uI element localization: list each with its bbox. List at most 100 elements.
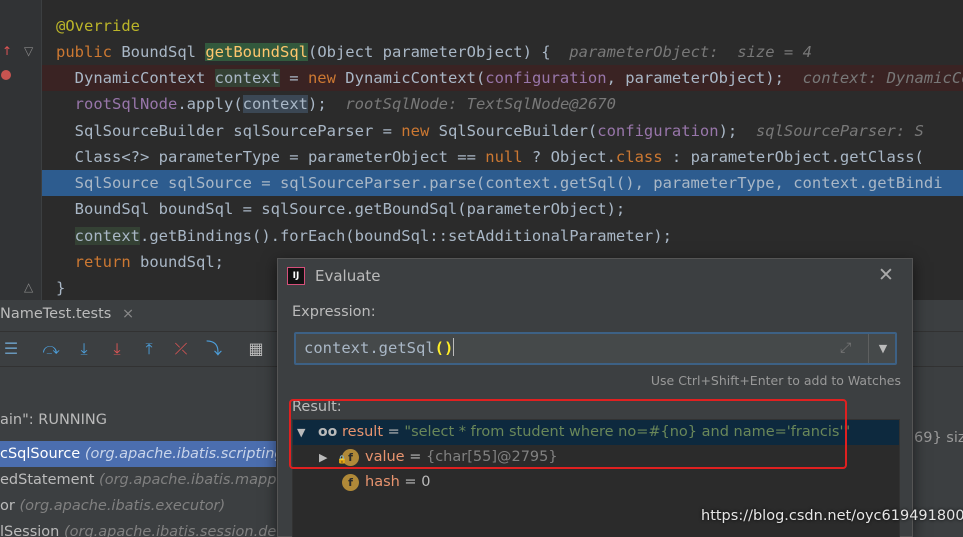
code-token: context <box>214 69 280 87</box>
code-line[interactable]: public BoundSql getBoundSql(Object param… <box>42 39 963 65</box>
code-token: ? Object. <box>522 148 616 166</box>
code-token: rootSqlNode: TextSqlNode@2670 <box>345 95 616 113</box>
code-token: : parameterObject.getClass( <box>662 148 924 166</box>
drop-frame-icon[interactable]: ⤫ <box>172 340 190 358</box>
code-token: (Object parameterObject) { <box>307 43 570 61</box>
expression-input[interactable]: context.getSql() <box>304 338 455 357</box>
intellij-logo-icon: IJ <box>287 267 305 285</box>
variables-partial: 69} siz <box>914 430 963 446</box>
breakpoint-icon[interactable] <box>1 70 11 80</box>
code-token: ); <box>307 95 346 113</box>
code-token: , parameterObject); <box>606 69 803 87</box>
fold-icon[interactable]: ▽ <box>24 44 33 58</box>
code-editor[interactable]: @Override public BoundSql getBoundSql(Obj… <box>42 0 963 300</box>
stack-frame-method: lSession <box>0 524 60 537</box>
code-token: SqlSourceBuilder( <box>438 122 598 140</box>
stack-frame[interactable]: lSession (org.apache.ibatis.session.de <box>0 519 276 537</box>
expression-label: Expression: <box>292 304 376 320</box>
watch-hint: Use Ctrl+Shift+Enter to add to Watches <box>650 373 901 388</box>
code-token: context <box>74 227 140 245</box>
debug-session-tab-label: NameTest.tests <box>0 306 112 322</box>
code-token: DynamicContext( <box>345 69 486 87</box>
code-token: BoundSql boundSql = sqlSource.getBoundSq… <box>56 200 626 218</box>
code-token: ); <box>718 122 756 140</box>
code-token: DynamicContext <box>56 69 215 87</box>
code-token: getBoundSql <box>205 43 308 61</box>
code-token: } <box>56 279 66 297</box>
code-token: context <box>242 95 308 113</box>
dialog-title: Evaluate <box>315 267 381 285</box>
code-line[interactable]: @Override <box>42 13 963 39</box>
stack-frame-method: edStatement <box>0 472 95 488</box>
child-name: hash <box>365 474 400 490</box>
stack-frame[interactable]: cSqlSource (org.apache.ibatis.scripting <box>0 441 276 467</box>
history-dropdown-button[interactable]: ▼ <box>868 334 897 363</box>
evaluate-dialog: IJ Evaluate ✕ Expression: context.getSql… <box>277 258 913 537</box>
editor-gutter[interactable]: ↑ ▽ △ <box>0 0 42 300</box>
tab-close-icon[interactable]: × <box>122 306 134 322</box>
run-to-cursor-icon[interactable]: ⤵ <box>205 340 223 358</box>
code-token: BoundSql <box>121 43 206 61</box>
fold-end-icon[interactable]: △ <box>24 280 33 294</box>
debug-session-tab[interactable]: NameTest.tests × <box>0 306 134 322</box>
code-line[interactable]: BoundSql boundSql = sqlSource.getBoundSq… <box>42 196 963 222</box>
code-token: SqlSourceBuilder sqlSourceParser = <box>56 122 402 140</box>
step-out-icon[interactable]: ⤒ <box>140 340 158 358</box>
child-value: 0 <box>421 474 431 490</box>
child-content: hash = 0 <box>365 474 431 490</box>
code-token: context: DynamicCo <box>802 69 963 87</box>
field-icon: f <box>342 474 359 491</box>
code-token: return <box>74 253 140 271</box>
menu-icon[interactable]: ☰ <box>2 340 20 358</box>
watermark: https://blog.csdn.net/oyc619491800 <box>701 508 963 524</box>
stack-frame-method: cSqlSource <box>0 446 81 462</box>
code-token: .apply( <box>177 95 243 113</box>
code-token: new <box>401 122 439 140</box>
code-token: boundSql; <box>140 253 224 271</box>
code-token: parameterObject: size = 4 <box>569 43 812 61</box>
code-token: class <box>615 148 663 166</box>
text-caret <box>453 338 455 356</box>
stack-frame[interactable]: edStatement (org.apache.ibatis.mapping <box>0 467 276 493</box>
show-execution-point-icon[interactable]: ⤼ <box>42 340 60 358</box>
stack-frame-package: (org.apache.ibatis.executor) <box>14 498 226 514</box>
code-line[interactable]: SqlSource sqlSource = sqlSourceParser.pa… <box>42 170 963 196</box>
code-token: .getBindings().forEach(boundSql::setAddi… <box>140 227 672 245</box>
evaluate-expression-icon[interactable]: ▦ <box>247 340 265 358</box>
code-token: Class<?> parameterType = parameterObject… <box>56 148 486 166</box>
code-line[interactable]: Class<?> parameterType = parameterObject… <box>42 144 963 170</box>
stack-frame-package: (org.apache.ibatis.mapping <box>99 472 276 488</box>
code-line[interactable]: SqlSourceBuilder sqlSourceParser = new S… <box>42 118 963 144</box>
code-token: configuration <box>597 122 719 140</box>
expand-icon[interactable]: ⤢ <box>840 340 851 356</box>
close-icon[interactable]: ✕ <box>876 265 896 285</box>
code-token: SqlSource sqlSource = sqlSourceParser.pa… <box>56 174 943 192</box>
stack-frame-package: (org.apache.ibatis.scripting <box>80 446 276 462</box>
expression-field[interactable]: context.getSql() ⤢ ▼ <box>294 332 897 365</box>
code-token: public <box>56 43 122 61</box>
tree-child-row[interactable]: f hash = 0 <box>293 470 899 495</box>
stack-frame-package: (org.apache.ibatis.session.de <box>59 524 276 537</box>
thread-status[interactable]: ain": RUNNING <box>0 412 107 428</box>
code-line[interactable]: context.getBindings().forEach(boundSql::… <box>42 223 963 249</box>
code-line[interactable]: rootSqlNode.apply(context); rootSqlNode:… <box>42 91 963 117</box>
code-line[interactable]: DynamicContext context = new DynamicCont… <box>42 65 963 91</box>
code-token: = <box>279 69 308 87</box>
stack-frame[interactable]: or (org.apache.ibatis.executor) <box>0 493 276 519</box>
override-marker-icon[interactable]: ↑ <box>2 44 12 58</box>
code-token: @Override <box>56 17 140 35</box>
code-token: new <box>307 69 346 87</box>
code-token: rootSqlNode <box>74 95 178 113</box>
step-into-icon[interactable]: ⤓ <box>108 340 126 358</box>
code-token: null <box>485 148 523 166</box>
expression-text: context.getSql <box>304 339 435 357</box>
step-over-icon[interactable]: ⤓ <box>75 340 93 358</box>
code-token: configuration <box>485 69 607 87</box>
expression-parens: () <box>434 339 454 357</box>
code-token: sqlSourceParser: S <box>755 122 924 140</box>
stack-frame-method: or <box>0 498 15 514</box>
annotation-highlight-box <box>289 399 847 469</box>
